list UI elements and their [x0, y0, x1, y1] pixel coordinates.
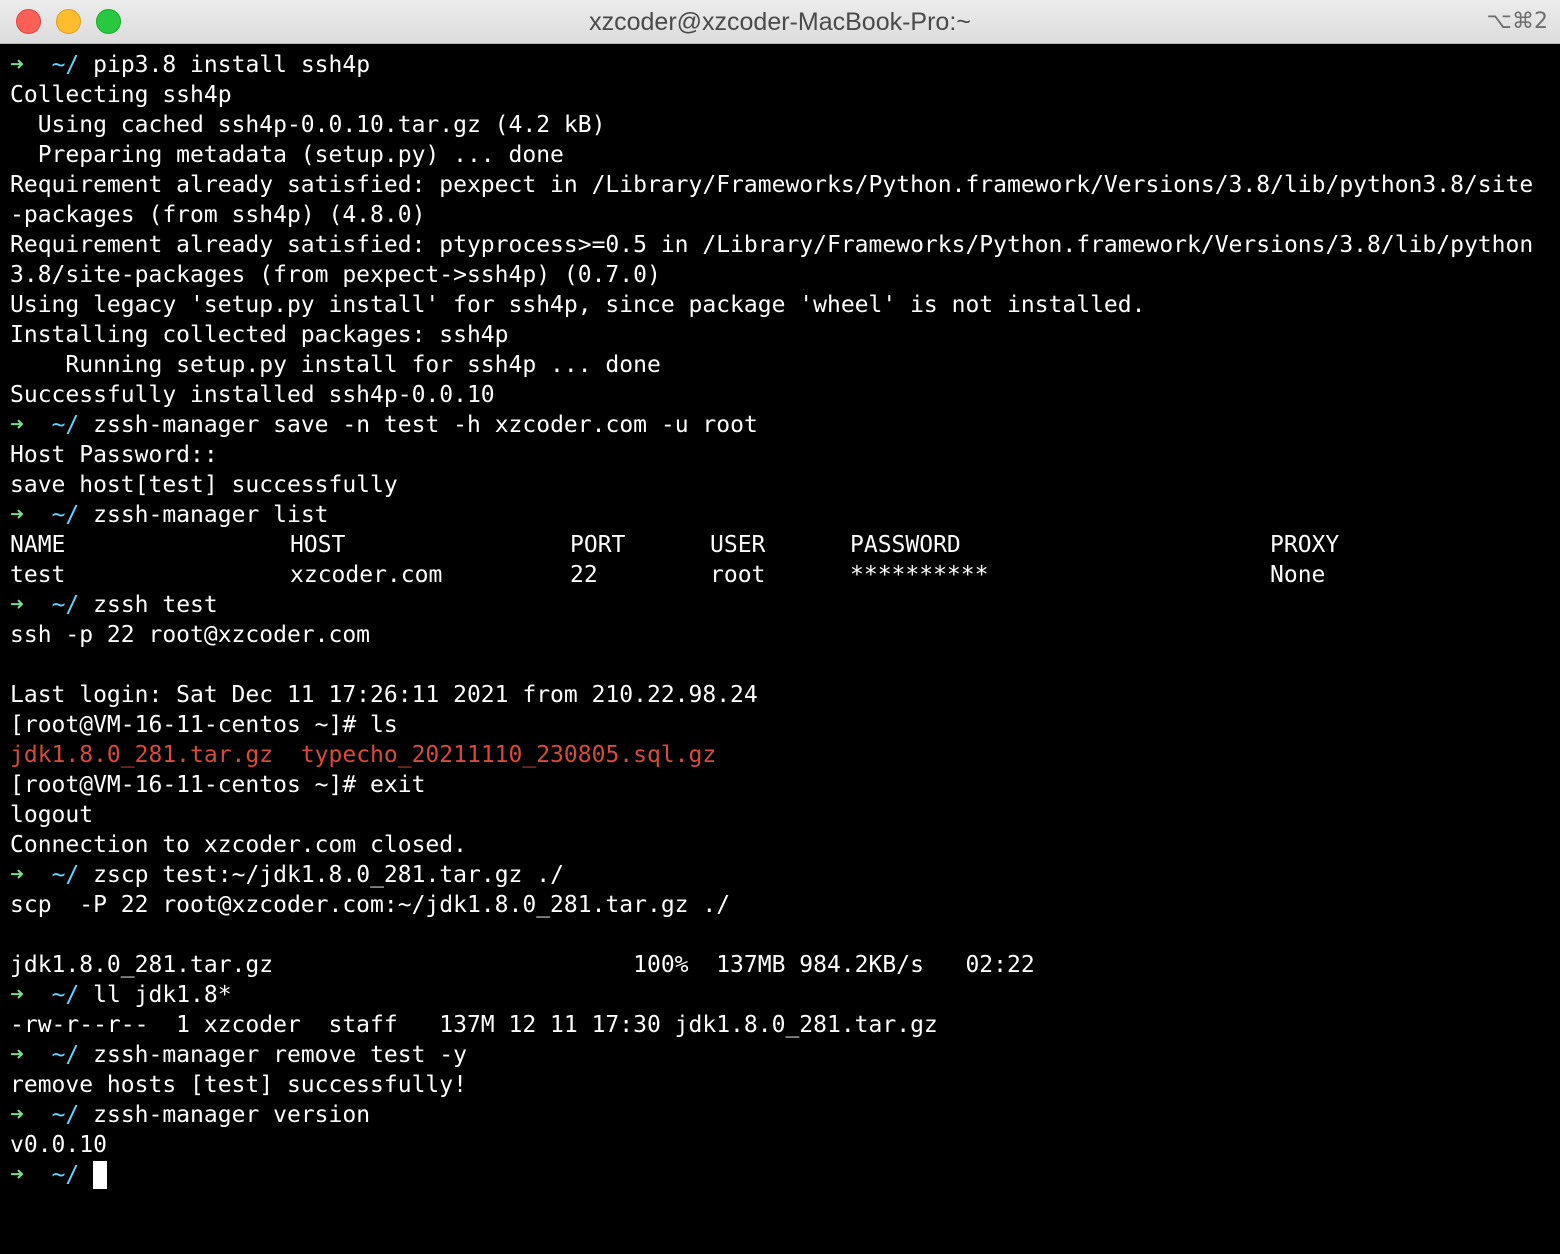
prompt-arrow: ➜ — [10, 412, 24, 438]
table-header-name: NAME — [10, 532, 66, 558]
prompt-arrow: ➜ — [10, 502, 24, 528]
output-line: [root@VM-16-11-centos ~]# exit — [10, 772, 426, 798]
table-header-host: HOST — [290, 532, 346, 558]
prompt-arrow: ➜ — [10, 862, 24, 888]
prompt-dir: ~/ — [51, 592, 80, 618]
table-header-proxy: PROXY — [1270, 532, 1340, 558]
output-line: Requirement already satisfied: ptyproces… — [10, 232, 1534, 258]
command-line: ➜ ~/ zssh-manager version — [10, 1100, 1555, 1130]
command-line: ➜ ~/ ll jdk1.8* — [10, 980, 1555, 1010]
prompt-arrow: ➜ — [10, 592, 24, 618]
table-cell-user: root — [710, 562, 766, 588]
file-name: typecho_20211110_230805.sql.gz — [300, 742, 717, 768]
command-line: ➜ ~/ zssh-manager remove test -y — [10, 1040, 1555, 1070]
output-line: Last login: Sat Dec 11 17:26:11 2021 fro… — [10, 682, 758, 708]
host-table-header: NAME HOST PORT USER PASSWORD PROXY — [10, 530, 1555, 560]
output-line: -packages (from ssh4p) (4.8.0) — [10, 202, 426, 228]
prompt-dir: ~/ — [51, 1042, 80, 1068]
output-line: Connection to xzcoder.com closed. — [10, 832, 467, 858]
output-line: save host[test] successfully — [10, 472, 398, 498]
command-line: ➜ ~/ zscp test:~/jdk1.8.0_281.tar.gz ./ — [10, 860, 1555, 890]
output-line: Running setup.py install for ssh4p ... d… — [10, 352, 661, 378]
table-cell-proxy: None — [1270, 562, 1326, 588]
prompt-dir: ~/ — [51, 52, 80, 78]
table-header-port: PORT — [570, 532, 626, 558]
output-line: logout — [10, 802, 94, 828]
prompt-dir: ~/ — [51, 502, 80, 528]
output-line: Collecting ssh4p — [10, 82, 232, 108]
prompt-dir: ~/ — [51, 412, 80, 438]
output-line: Using cached ssh4p-0.0.10.tar.gz (4.2 kB… — [10, 112, 606, 138]
file-listing-line: jdk1.8.0_281.tar.gz typecho_20211110_230… — [10, 740, 1555, 770]
output-line: remove hosts [test] successfully! — [10, 1072, 467, 1098]
output-line: v0.0.10 — [10, 1132, 107, 1158]
host-table-row: test xzcoder.com 22 root ********** None — [10, 560, 1555, 590]
output-line: ssh -p 22 root@xzcoder.com — [10, 622, 371, 648]
command-text: ll jdk1.8* — [93, 982, 232, 1008]
output-line: Using legacy 'setup.py install' for ssh4… — [10, 292, 1146, 318]
command-line: ➜ ~/ zssh test — [10, 590, 1555, 620]
prompt-dir: ~/ — [51, 1102, 80, 1128]
output-line: Successfully installed ssh4p-0.0.10 — [10, 382, 495, 408]
window-title: xzcoder@xzcoder-MacBook-Pro:~ — [589, 8, 971, 36]
table-cell-password: ********** — [850, 562, 989, 588]
command-text: zssh-manager version — [93, 1102, 371, 1128]
table-cell-port: 22 — [570, 562, 598, 588]
output-line: [root@VM-16-11-centos ~]# ls — [10, 712, 398, 738]
text-cursor[interactable] — [93, 1161, 108, 1189]
command-text: zssh-manager save -n test -h xzcoder.com… — [93, 412, 758, 438]
output-line: Host Password:: — [10, 442, 218, 468]
table-cell-host: xzcoder.com — [290, 562, 443, 588]
output-line: Preparing metadata (setup.py) ... done — [10, 142, 564, 168]
table-cell-name: test — [10, 562, 66, 588]
command-line: ➜ ~/ zssh-manager list — [10, 500, 1555, 530]
table-header-user: USER — [710, 532, 766, 558]
table-header-password: PASSWORD — [850, 532, 961, 558]
output-line: Requirement already satisfied: pexpect i… — [10, 172, 1534, 198]
terminal-output[interactable]: ➜ ~/ pip3.8 install ssh4p Collecting ssh… — [10, 50, 1555, 1250]
window-shortcut-label: ⌥⌘2 — [1486, 9, 1548, 34]
prompt-arrow: ➜ — [10, 982, 24, 1008]
command-line: ➜ ~/ zssh-manager save -n test -h xzcode… — [10, 410, 1555, 440]
transfer-progress-line: jdk1.8.0_281.tar.gz 100% 137MB 984.2KB/s… — [10, 952, 1035, 978]
command-text: zssh-manager remove test -y — [93, 1042, 467, 1068]
command-text: zssh test — [93, 592, 218, 618]
output-line: 3.8/site-packages (from pexpect->ssh4p) … — [10, 262, 661, 288]
prompt-dir: ~/ — [51, 1162, 80, 1188]
output-line: scp -P 22 root@xzcoder.com:~/jdk1.8.0_28… — [10, 892, 731, 918]
prompt-dir: ~/ — [51, 862, 80, 888]
command-text: pip3.8 install ssh4p — [93, 52, 371, 78]
output-line: Installing collected packages: ssh4p — [10, 322, 509, 348]
command-text: zssh-manager list — [93, 502, 329, 528]
prompt-arrow: ➜ — [10, 52, 24, 78]
prompt-arrow: ➜ — [10, 1102, 24, 1128]
output-line: -rw-r--r-- 1 xzcoder staff 137M 12 11 17… — [10, 1012, 938, 1038]
file-name: jdk1.8.0_281.tar.gz — [10, 742, 274, 768]
title-bar[interactable]: xzcoder@xzcoder-MacBook-Pro:~ ⌥⌘2 — [0, 0, 1560, 44]
command-line: ➜ ~/ pip3.8 install ssh4p — [10, 50, 1555, 80]
prompt-arrow: ➜ — [10, 1042, 24, 1068]
command-text: zscp test:~/jdk1.8.0_281.tar.gz ./ — [93, 862, 564, 888]
terminal-window: xzcoder@xzcoder-MacBook-Pro:~ ⌥⌘2 ➜ ~/ p… — [0, 0, 1560, 1254]
prompt-arrow: ➜ — [10, 1162, 24, 1188]
active-prompt-line[interactable]: ➜ ~/ — [10, 1160, 1555, 1190]
prompt-dir: ~/ — [51, 982, 80, 1008]
